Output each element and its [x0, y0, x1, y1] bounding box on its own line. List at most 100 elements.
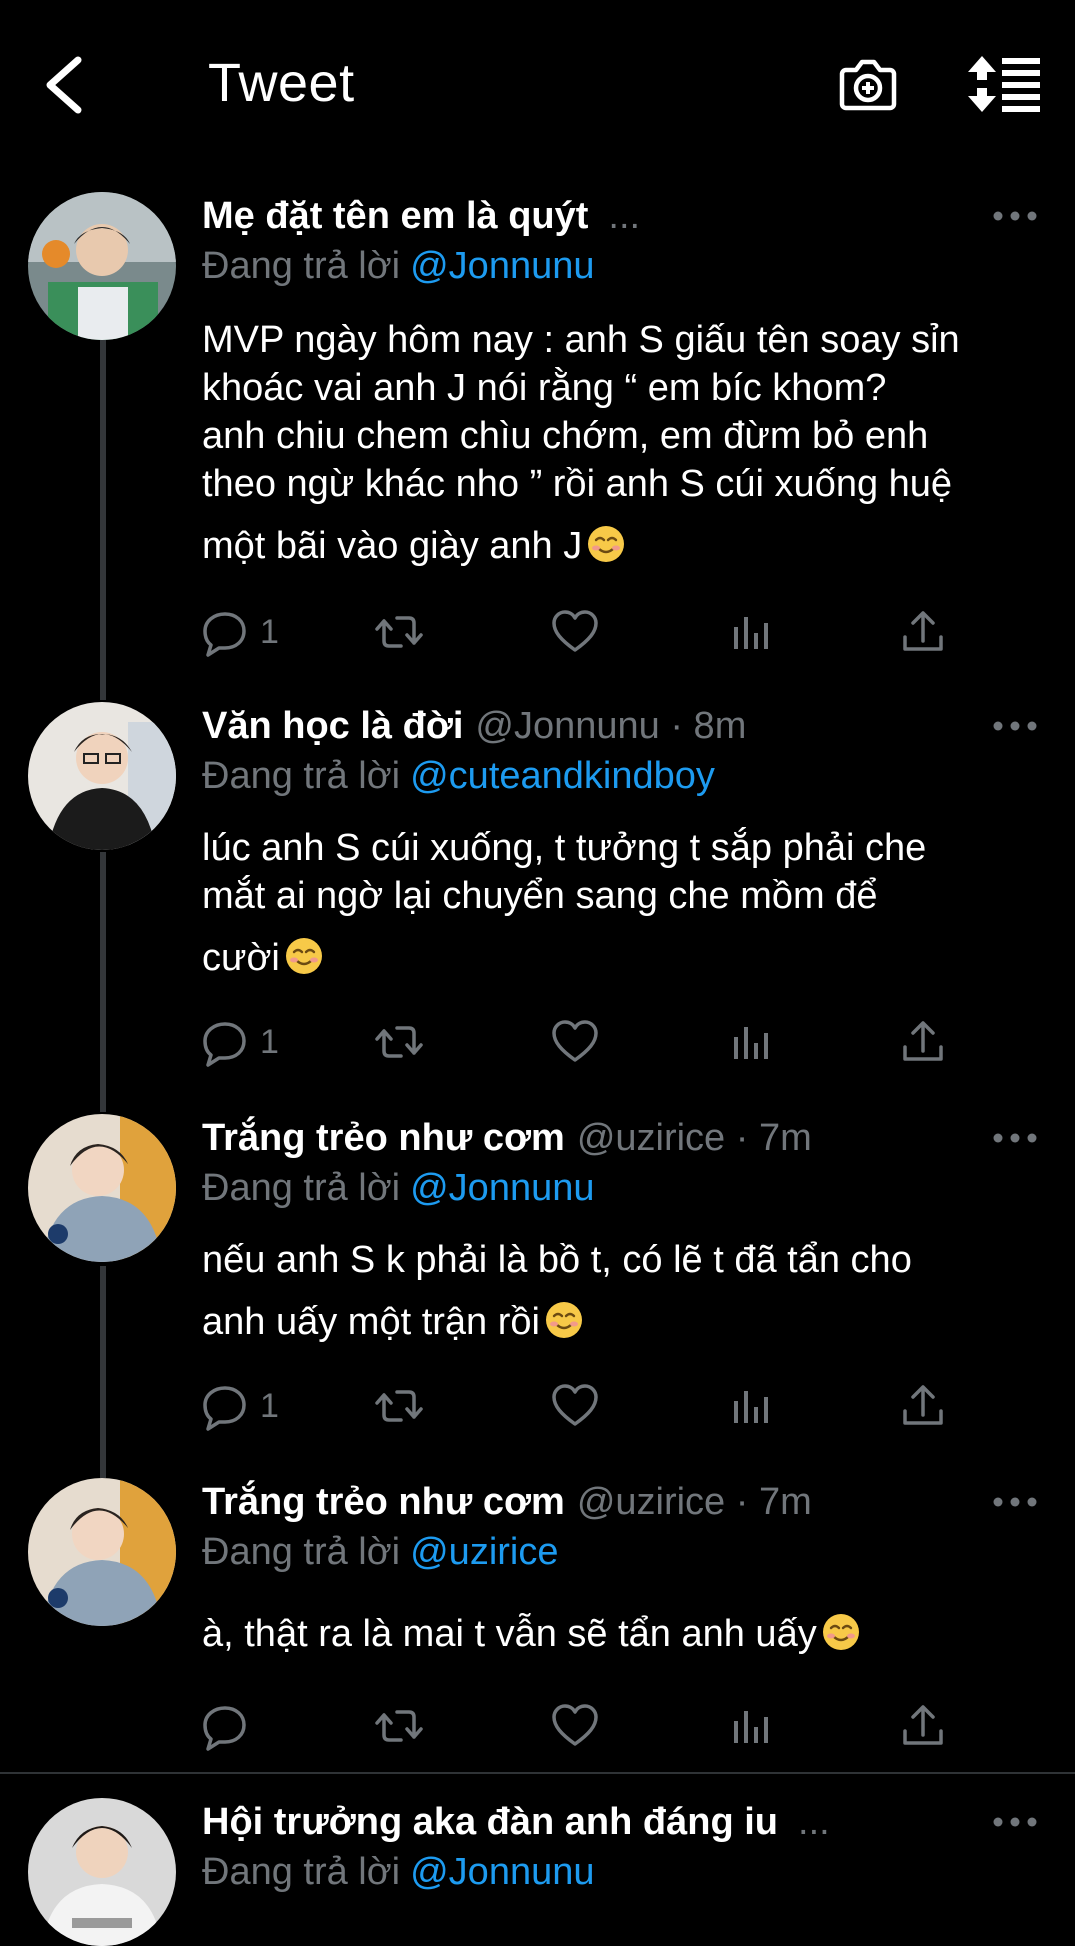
replying-to-label: Đang trả lời [202, 1167, 401, 1209]
more-options-button[interactable] [990, 1484, 1040, 1520]
camera-button[interactable] [836, 52, 900, 116]
more-horizontal-icon [993, 721, 1037, 731]
share-button[interactable] [898, 1376, 958, 1436]
reply-to-handle[interactable]: @Jonnunu [410, 1851, 594, 1893]
retweet-button[interactable] [374, 602, 434, 662]
top-bar: Tweet [0, 0, 1075, 170]
reply-tweet[interactable]: Hội trưởng aka đàn anh đáng iu... Đang t… [0, 1798, 1075, 1946]
share-button[interactable] [898, 1696, 958, 1756]
reply-button[interactable]: 1 [200, 1376, 300, 1436]
tweet-header: Trắng trẻo như cơm @uzirice · 7m [202, 1478, 812, 1526]
tweet-text-line: MVP ngày hôm nay : anh S giấu tên soay s… [202, 319, 960, 361]
display-name[interactable]: Hội trưởng aka đàn anh đáng iu [202, 1801, 778, 1843]
replying-to-label: Đang trả lời [202, 755, 401, 797]
reply-button[interactable]: 1 [200, 602, 300, 662]
like-icon [552, 1020, 598, 1062]
avatar-image [28, 1798, 176, 1946]
views-button[interactable] [726, 1012, 786, 1072]
avatar-image [28, 192, 176, 340]
retweet-button[interactable] [374, 1376, 434, 1436]
tweet-text-line: khoác vai anh J nói rằng “ em bíc khom? [202, 367, 887, 409]
tweet-text: à, thật ra là mai t vẫn sẽ tẩn anh uấy [202, 1610, 1048, 1658]
reply-to-handle[interactable]: @cuteandkindboy [410, 755, 715, 797]
display-name[interactable]: Trắng trẻo như cơm [202, 1481, 565, 1523]
views-icon [734, 1711, 768, 1743]
views-button[interactable] [726, 1376, 786, 1436]
reply-to-handle[interactable]: @Jonnunu [410, 1167, 594, 1209]
more-options-button[interactable] [990, 1804, 1040, 1840]
smiling-face-icon [588, 526, 625, 562]
reply-icon [203, 1022, 246, 1067]
reply-button[interactable]: 1 [200, 1012, 300, 1072]
replying-to-label: Đang trả lời [202, 1851, 401, 1893]
display-name[interactable]: Văn học là đời [202, 705, 463, 747]
sort-button[interactable] [966, 54, 1042, 114]
reply-tweet[interactable]: Trắng trẻo như cơm @uzirice · 7m Đang trả… [0, 1114, 1075, 1474]
tweet-text-line: anh uấy một trận rồi [202, 1301, 540, 1343]
more-horizontal-icon [993, 1133, 1037, 1143]
tweet-header: Mẹ đặt tên em là quýt... [202, 192, 640, 240]
tweet-actions: 1 [0, 1012, 1075, 1072]
reply-count: 1 [260, 1387, 279, 1425]
smiling-face-icon [545, 1302, 582, 1338]
share-icon [903, 1385, 943, 1425]
more-horizontal-icon [993, 1817, 1037, 1827]
reply-to-handle[interactable]: @Jonnunu [410, 245, 594, 287]
display-name[interactable]: Trắng trẻo như cơm [202, 1117, 565, 1159]
like-icon [552, 1384, 598, 1426]
tweet-text-line: theo ngừ khác nho ” rồi anh S cúi xuống … [202, 463, 953, 505]
like-button[interactable] [550, 602, 610, 662]
more-options-button[interactable] [990, 198, 1040, 234]
retweet-button[interactable] [374, 1012, 434, 1072]
like-button[interactable] [550, 1696, 610, 1756]
reply-button[interactable] [200, 1696, 300, 1756]
tweet-actions: 1 [0, 1376, 1075, 1436]
page-title: Tweet [208, 53, 355, 113]
reply-icon [203, 1706, 246, 1751]
like-button[interactable] [550, 1012, 610, 1072]
share-icon [903, 611, 943, 651]
replying-to-label: Đang trả lời [202, 1531, 401, 1573]
avatar[interactable] [28, 702, 176, 850]
views-icon [734, 617, 768, 649]
share-button[interactable] [898, 602, 958, 662]
avatar-image [28, 702, 176, 850]
avatar-image [28, 1114, 176, 1262]
back-button[interactable] [36, 50, 96, 120]
tweet-actions: 1 [0, 602, 1075, 662]
more-horizontal-icon [993, 211, 1037, 221]
reply-tweet[interactable]: Trắng trẻo như cơm @uzirice · 7m Đang trả… [0, 1478, 1075, 1768]
avatar[interactable] [28, 1798, 176, 1946]
retweet-button[interactable] [374, 1696, 434, 1756]
replying-to: Đang trả lời @uzirice [202, 1528, 559, 1576]
like-button[interactable] [550, 1376, 610, 1436]
share-button[interactable] [898, 1012, 958, 1072]
avatar[interactable] [28, 1478, 176, 1626]
retweet-icon [375, 1390, 423, 1422]
reply-count: 1 [260, 613, 279, 651]
tweet-text-line: lúc anh S cúi xuống, t tưởng t sắp phải … [202, 827, 927, 869]
views-icon [734, 1027, 768, 1059]
reply-icon [203, 612, 246, 657]
tweet-text-line: à, thật ra là mai t vẫn sẽ tẩn anh uấy [202, 1613, 817, 1655]
tweet-text-line-wrap: một bãi vào giày anh J [202, 522, 1048, 570]
tweet-header: Văn học là đời @Jonnunu · 8m [202, 702, 746, 750]
tweet-header: Trắng trẻo như cơm @uzirice · 7m [202, 1114, 812, 1162]
display-name[interactable]: Mẹ đặt tên em là quýt [202, 195, 588, 237]
replying-to: Đang trả lời @Jonnunu [202, 1164, 595, 1212]
thread-divider [0, 1772, 1075, 1774]
truncation-ellipsis: ... [608, 195, 641, 237]
avatar[interactable] [28, 1114, 176, 1262]
reply-tweet[interactable]: Văn học là đời @Jonnunu · 8m Đang trả lời… [0, 702, 1075, 1102]
retweet-icon [375, 616, 423, 648]
tweet-header: Hội trưởng aka đàn anh đáng iu... [202, 1798, 830, 1846]
more-options-button[interactable] [990, 1120, 1040, 1156]
reply-icon [203, 1386, 246, 1431]
reply-tweet[interactable]: Mẹ đặt tên em là quýt... Đang trả lời @Jo… [0, 192, 1075, 692]
avatar[interactable] [28, 192, 176, 340]
more-options-button[interactable] [990, 708, 1040, 744]
tweet-text-line: nếu anh S k phải là bồ t, có lẽ t đã tẩn… [202, 1239, 912, 1281]
views-button[interactable] [726, 602, 786, 662]
views-button[interactable] [726, 1696, 786, 1756]
reply-to-handle[interactable]: @uzirice [410, 1531, 558, 1573]
